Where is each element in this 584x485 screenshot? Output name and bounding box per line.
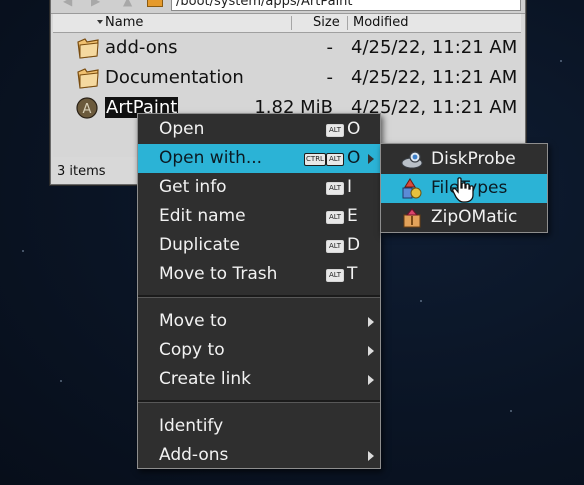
column-divider[interactable]: [291, 16, 292, 30]
column-name[interactable]: Name: [105, 15, 143, 30]
shortcut-key: O: [347, 119, 361, 139]
menu-item-label: Open: [159, 119, 205, 139]
menu-item-label: Copy to: [159, 340, 225, 360]
column-size[interactable]: Size: [313, 15, 340, 30]
file-size: -: [326, 37, 334, 58]
file-modified: 4/25/22, 11:21 AM: [351, 37, 518, 58]
up-icon[interactable]: ▲: [123, 0, 132, 8]
file-name: add-ons: [105, 37, 178, 58]
path-field[interactable]: /boot/system/apps/ArtPaint: [171, 0, 521, 11]
menu-item-edit-name[interactable]: Edit name ALT E: [138, 202, 380, 231]
ctrl-key-badge: CTRL: [304, 153, 326, 166]
sort-down-icon: [97, 20, 103, 24]
desktop-star: [420, 300, 422, 302]
menu-item-label: Open with...: [159, 148, 263, 168]
menu-item-move-to[interactable]: Move to: [138, 307, 380, 336]
forward-icon[interactable]: ▶: [91, 0, 100, 8]
menu-item-open[interactable]: Open ALT O: [138, 115, 380, 144]
hand-cursor-icon: [452, 177, 474, 203]
submenu-arrow-icon: [368, 346, 374, 356]
column-divider[interactable]: [347, 16, 348, 30]
shortcut-key: I: [347, 177, 353, 197]
file-name: Documentation: [105, 67, 244, 88]
desktop-star: [510, 410, 512, 412]
alt-key-badge: ALT: [326, 269, 344, 282]
item-count: 3 items: [57, 164, 106, 179]
menu-item-label: Edit name: [159, 206, 246, 226]
menu-item-get-info[interactable]: Get info ALT I: [138, 173, 380, 202]
menu-item-label: Get info: [159, 177, 227, 197]
shortcut-key: O: [347, 148, 361, 168]
column-modified[interactable]: Modified: [353, 15, 408, 30]
file-row[interactable]: add-ons - 4/25/22, 11:21 AM: [53, 33, 521, 63]
submenu-arrow-icon: [368, 154, 374, 164]
submenu-item-diskprobe[interactable]: DiskProbe: [381, 145, 547, 174]
shortcut-key: E: [347, 206, 358, 226]
submenu-item-label: ZipOMatic: [431, 207, 518, 227]
shortcut-key: T: [347, 264, 358, 284]
filetypes-icon: [402, 178, 422, 199]
submenu-item-zipomatic[interactable]: ZipOMatic: [381, 203, 547, 232]
submenu-arrow-icon: [368, 317, 374, 327]
submenu-arrow-icon: [368, 451, 374, 461]
column-header: Name Size Modified: [53, 14, 521, 33]
menu-item-label: Duplicate: [159, 235, 240, 255]
shortcut-key: D: [347, 235, 361, 255]
menu-item-open-with[interactable]: Open with... CTRL ALT O: [138, 144, 380, 173]
menu-item-identify[interactable]: Identify: [138, 412, 380, 441]
menu-item-duplicate[interactable]: Duplicate ALT D: [138, 231, 380, 260]
menu-item-copy-to[interactable]: Copy to: [138, 336, 380, 365]
file-modified: 4/25/22, 11:21 AM: [351, 67, 518, 88]
menu-item-add-ons[interactable]: Add-ons: [138, 441, 380, 470]
menu-separator: [138, 295, 380, 298]
alt-key-badge: ALT: [326, 182, 344, 195]
file-row[interactable]: Documentation - 4/25/22, 11:21 AM: [53, 63, 521, 93]
desktop-star: [560, 60, 562, 62]
folder-icon: [77, 38, 99, 59]
menu-item-move-to-trash[interactable]: Move to Trash ALT T: [138, 260, 380, 289]
menu-item-label: Identify: [159, 416, 224, 436]
artpaint-app-icon: A: [76, 97, 98, 119]
diskprobe-icon: [401, 151, 423, 169]
alt-key-badge: ALT: [326, 153, 344, 166]
back-icon[interactable]: ◀: [63, 0, 72, 8]
menu-item-label: Add-ons: [159, 445, 229, 465]
navigation-bar: ◀ ▶ ▲ /boot/system/apps/ArtPaint: [51, 0, 525, 14]
menu-item-label: Move to Trash: [159, 264, 278, 284]
menu-item-label: Create link: [159, 369, 251, 389]
folder-icon: [77, 68, 99, 89]
alt-key-badge: ALT: [326, 211, 344, 224]
folder-nav-icon[interactable]: [147, 0, 163, 7]
alt-key-badge: ALT: [326, 240, 344, 253]
menu-separator: [138, 400, 380, 403]
file-size: -: [326, 67, 334, 88]
submenu-arrow-icon: [368, 375, 374, 385]
desktop-star: [60, 380, 62, 382]
submenu-item-label: DiskProbe: [431, 149, 516, 169]
desktop-star: [22, 250, 24, 252]
zipomatic-icon: [403, 208, 421, 228]
svg-text:A: A: [83, 102, 92, 117]
context-menu: Open ALT O Open with... CTRL ALT O Get i…: [137, 113, 381, 469]
menu-item-create-link[interactable]: Create link: [138, 365, 380, 394]
menu-item-label: Move to: [159, 311, 228, 331]
alt-key-badge: ALT: [326, 124, 344, 137]
